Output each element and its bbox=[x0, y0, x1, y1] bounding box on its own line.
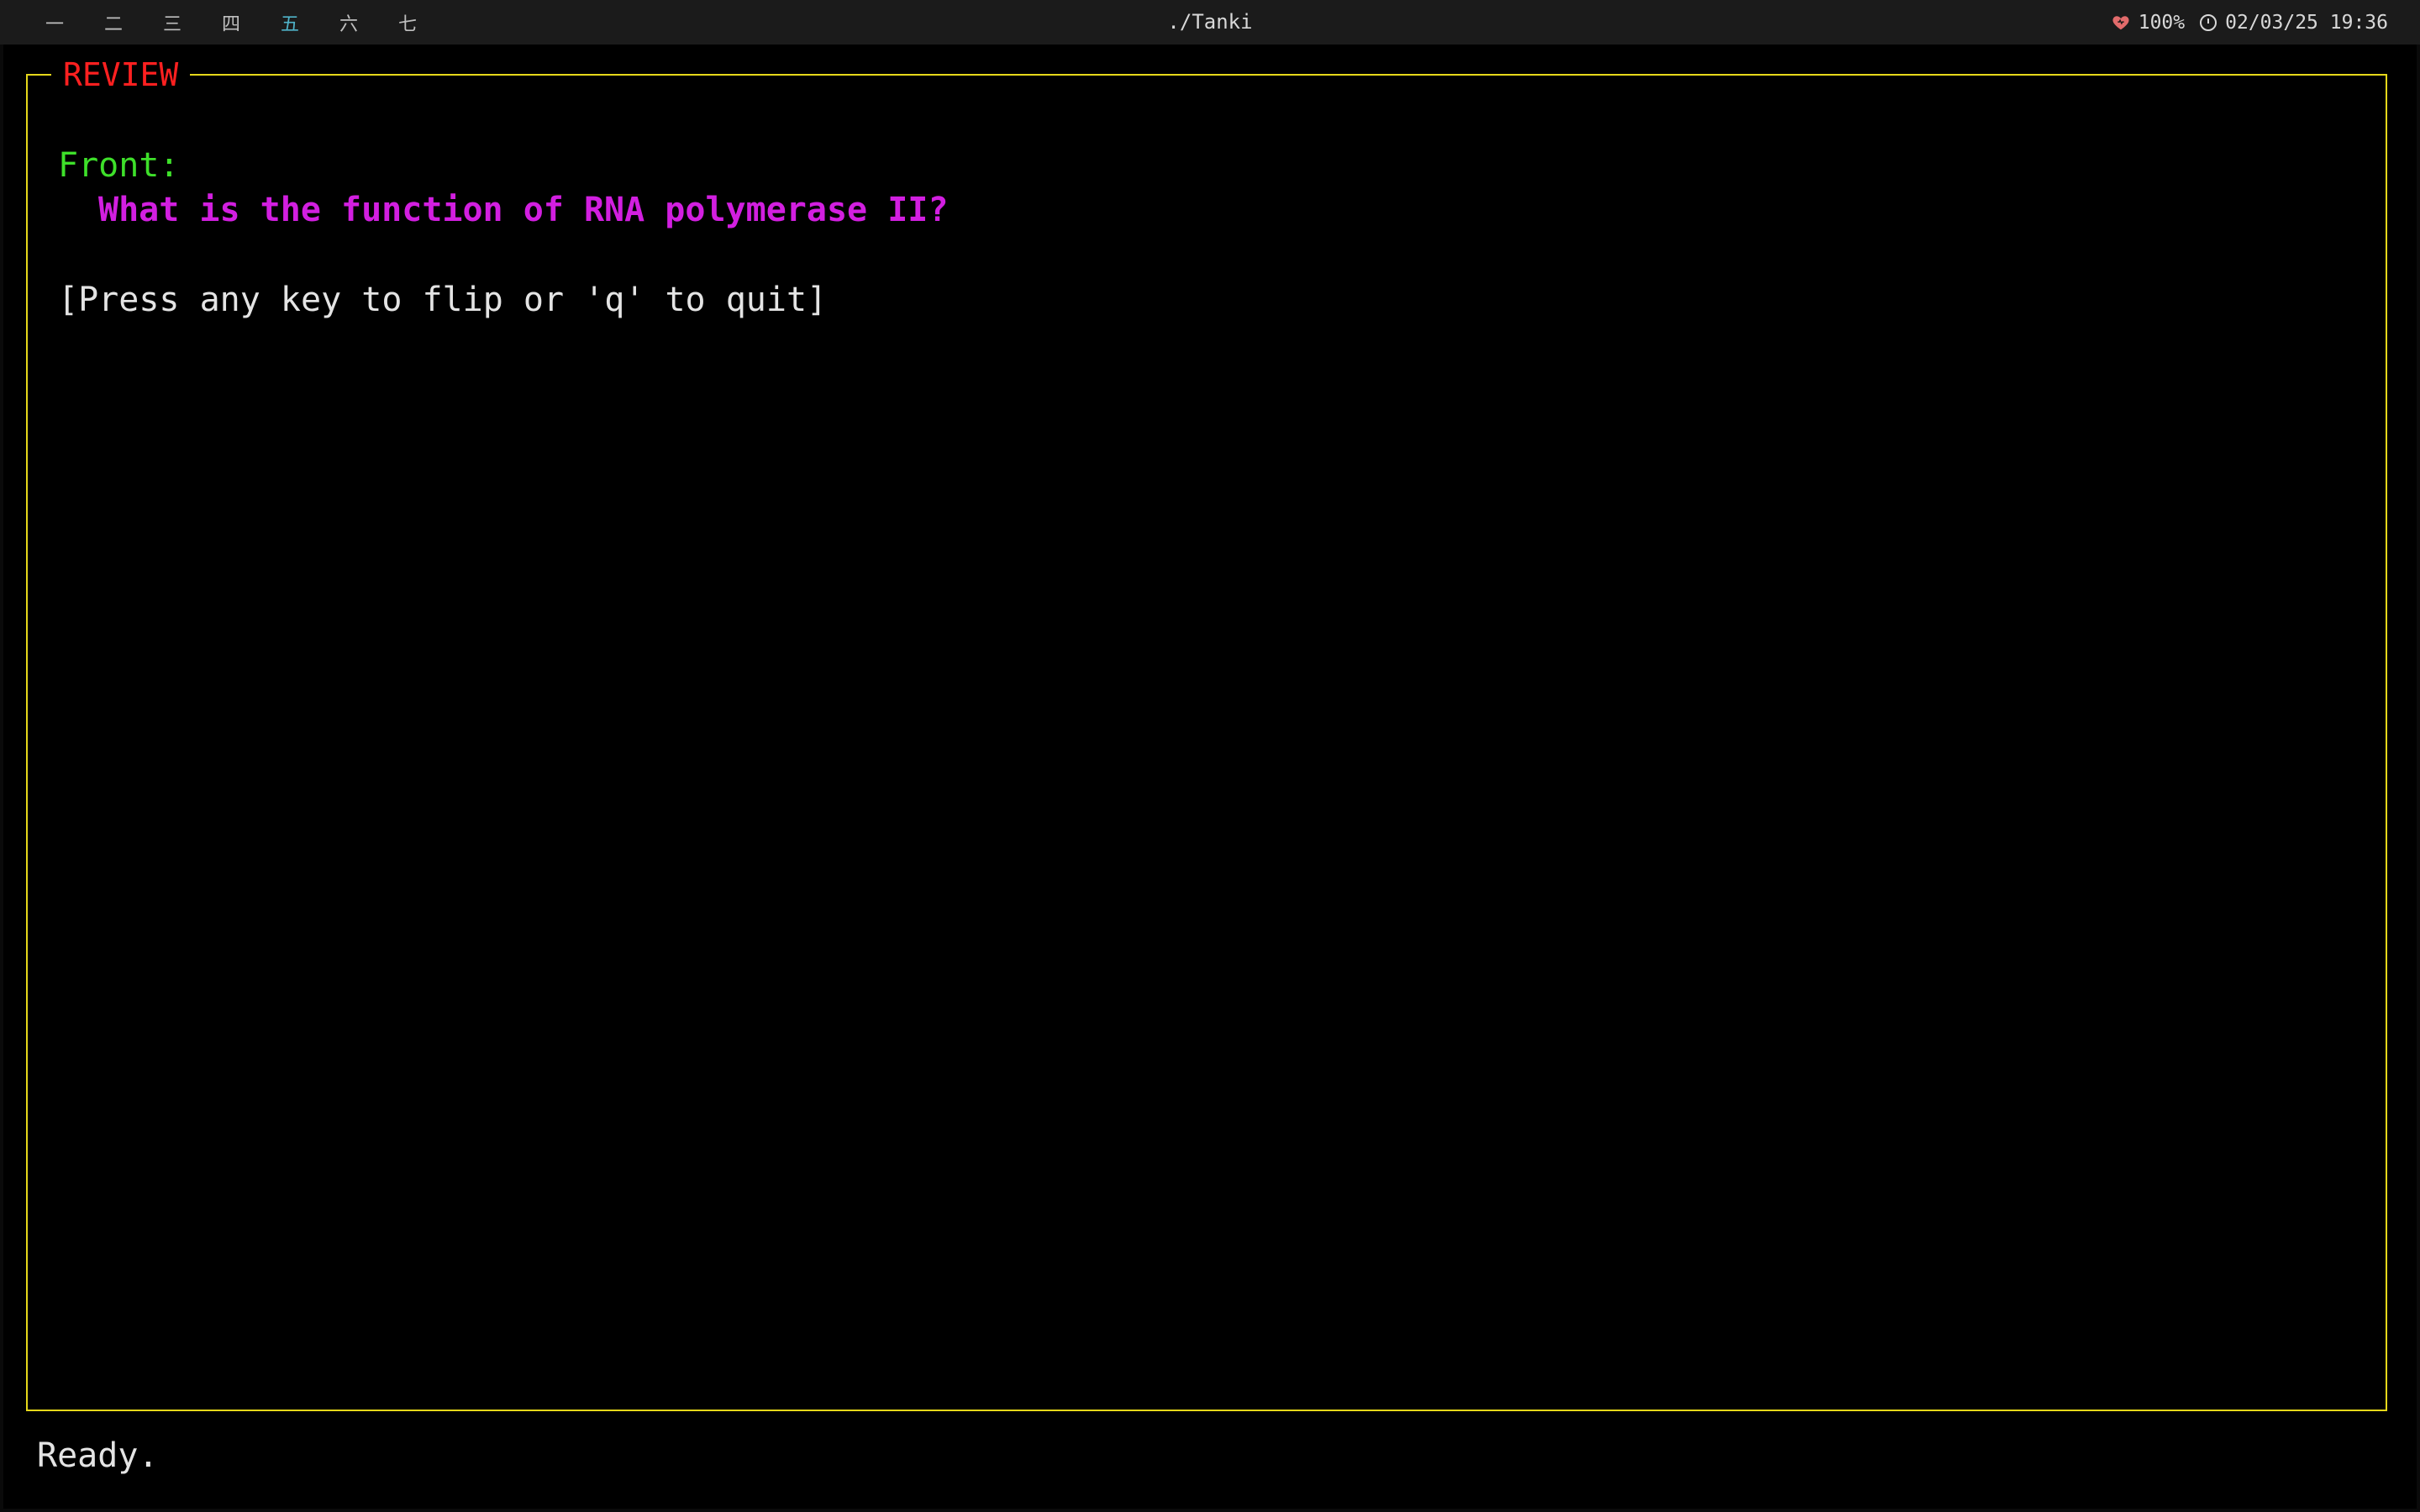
workspace-5-active[interactable]: 五 bbox=[260, 9, 319, 36]
workspace-6[interactable]: 六 bbox=[319, 9, 378, 36]
heart-icon bbox=[2112, 13, 2130, 32]
workspace-2[interactable]: 二 bbox=[84, 9, 143, 36]
key-hint: [Press any key to flip or 'q' to quit] bbox=[58, 281, 828, 319]
system-tray: 100% 02/03/25 19:36 bbox=[2112, 0, 2388, 45]
workspace-4[interactable]: 四 bbox=[202, 9, 260, 36]
workspace-1[interactable]: 一 bbox=[25, 9, 84, 36]
top-status-bar: 一 二 三 四 五 六 七 ./Tanki 100% 02/03/25 19:3… bbox=[0, 0, 2420, 45]
datetime: 02/03/25 19:36 bbox=[2225, 11, 2388, 34]
workspace-switcher: 一 二 三 四 五 六 七 bbox=[25, 0, 437, 45]
front-label: Front: bbox=[58, 146, 180, 185]
card-question: What is the function of RNA polymerase I… bbox=[98, 191, 949, 229]
workspace-3[interactable]: 三 bbox=[143, 9, 202, 36]
battery-level: 100% bbox=[2138, 11, 2186, 34]
clock-icon bbox=[2200, 13, 2217, 31]
review-panel: REVIEW Front: What is the function of RN… bbox=[26, 55, 2387, 1411]
status-message: Ready. bbox=[37, 1436, 159, 1475]
terminal-window[interactable]: REVIEW Front: What is the function of RN… bbox=[3, 45, 2417, 1509]
review-title: REVIEW bbox=[51, 55, 191, 94]
workspace-7[interactable]: 七 bbox=[378, 9, 437, 36]
